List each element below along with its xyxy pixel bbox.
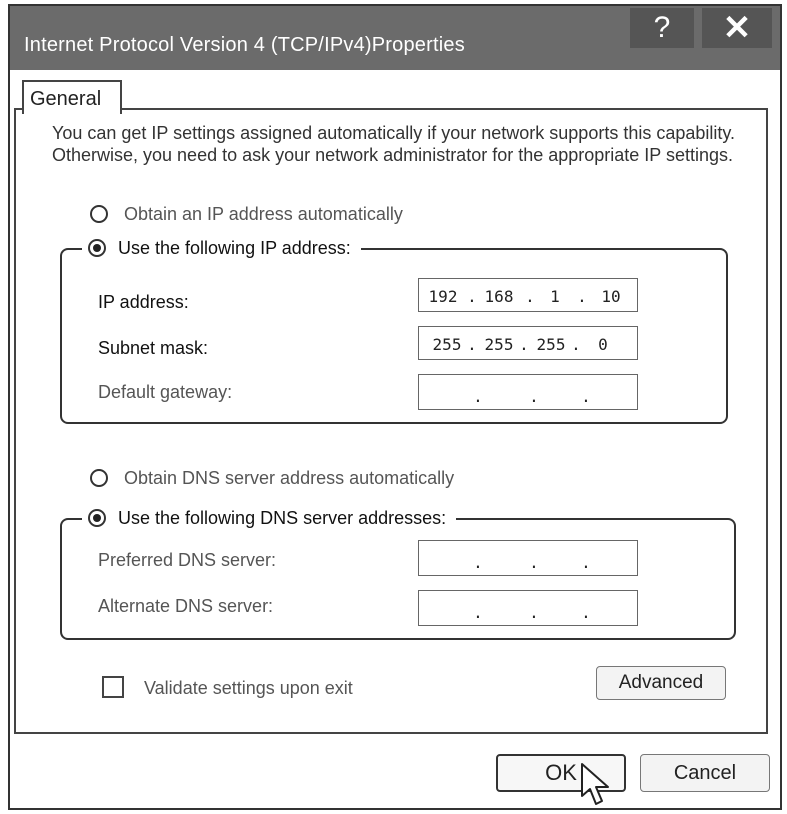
- title-bar[interactable]: Internet Protocol Version 4 (TCP/IPv4)Pr…: [10, 6, 780, 70]
- ip-address-label: IP address:: [98, 292, 189, 312]
- use-following-dns-radio[interactable]: [88, 509, 106, 527]
- ip-dot: .: [529, 603, 539, 622]
- mask-seg-2: 255: [484, 335, 514, 354]
- alternate-dns-input[interactable]: . . .: [418, 590, 638, 626]
- ip-dot: .: [571, 335, 581, 354]
- ip-dot: .: [525, 287, 535, 306]
- description-text: You can get IP settings assigned automat…: [52, 123, 736, 165]
- ip-dot: .: [519, 335, 529, 354]
- ip-dot: .: [473, 603, 483, 622]
- ip-dot: .: [581, 603, 591, 622]
- pointer-cursor-icon: [581, 763, 609, 805]
- ip-dot: .: [473, 553, 483, 572]
- mask-seg-4: 0: [598, 335, 608, 354]
- obtain-dns-auto-label: Obtain DNS server address automatically: [124, 468, 455, 488]
- preferred-dns-label: Preferred DNS server:: [98, 550, 277, 570]
- ip-address-input[interactable]: 192 . 168 . 1 . 10: [418, 278, 638, 312]
- validate-settings-checkbox[interactable]: [102, 676, 124, 698]
- help-button[interactable]: ?: [630, 8, 694, 48]
- tab-general-label: General: [30, 88, 102, 110]
- tab-general[interactable]: General: [22, 80, 122, 114]
- ip-seg-3: 1: [550, 287, 560, 306]
- use-following-ip-label: Use the following IP address:: [118, 238, 351, 258]
- ip-dot: .: [467, 335, 477, 354]
- preferred-dns-input[interactable]: . . .: [418, 540, 638, 576]
- default-gateway-label: Default gateway:: [98, 382, 233, 402]
- use-following-ip-radio[interactable]: [88, 239, 106, 257]
- ip-dot: .: [529, 553, 539, 572]
- ip-dot: .: [473, 387, 483, 406]
- ip-manual-legend: Use the following IP address:: [82, 238, 361, 259]
- ip-dot: .: [467, 287, 477, 306]
- validate-settings-label: Validate settings upon exit: [144, 678, 353, 698]
- ip-dot: .: [581, 387, 591, 406]
- obtain-dns-auto-radio[interactable]: [90, 469, 108, 487]
- cancel-button[interactable]: Cancel: [640, 754, 770, 792]
- default-gateway-input[interactable]: . . .: [418, 374, 638, 410]
- ip-seg-1: 192: [428, 287, 458, 306]
- ip-seg-4: 10: [601, 287, 621, 306]
- use-following-dns-label: Use the following DNS server addresses:: [118, 508, 447, 528]
- ip-dot: .: [529, 387, 539, 406]
- dns-manual-legend: Use the following DNS server addresses:: [82, 508, 457, 529]
- window-title: Internet Protocol Version 4 (TCP/IPv4)Pr…: [24, 34, 465, 56]
- obtain-ip-auto-label: Obtain an IP address automatically: [124, 204, 403, 224]
- ip-seg-2: 168: [484, 287, 514, 306]
- alternate-dns-label: Alternate DNS server:: [98, 596, 274, 616]
- ip-dot: .: [581, 553, 591, 572]
- subnet-mask-input[interactable]: 255 . 255 . 255 . 0: [418, 326, 638, 360]
- obtain-ip-auto-radio[interactable]: [90, 205, 108, 223]
- mask-seg-1: 255: [432, 335, 462, 354]
- close-button[interactable]: ✕: [702, 8, 772, 48]
- subnet-mask-label: Subnet mask:: [98, 338, 209, 358]
- ip-dot: .: [577, 287, 587, 306]
- advanced-button[interactable]: Advanced: [596, 666, 726, 700]
- mask-seg-3: 255: [536, 335, 566, 354]
